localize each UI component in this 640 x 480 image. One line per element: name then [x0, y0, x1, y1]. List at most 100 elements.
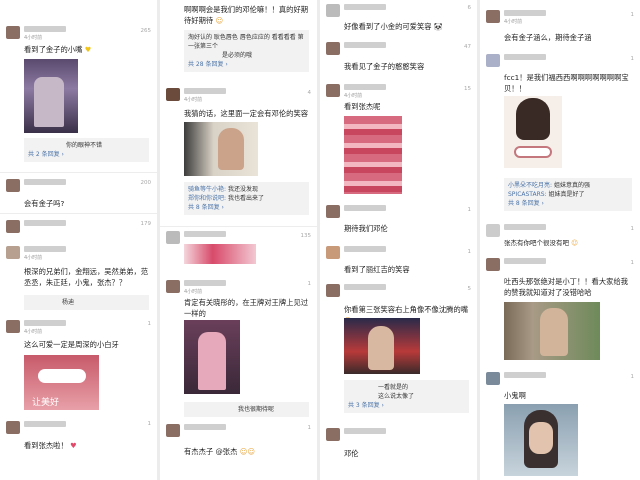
- avatar[interactable]: [486, 54, 500, 67]
- avatar[interactable]: [326, 428, 340, 441]
- avatar[interactable]: [486, 224, 500, 237]
- comment-card: 135: [160, 228, 317, 273]
- more-replies-link[interactable]: 共 2 条回复 ›: [28, 150, 145, 159]
- like-count[interactable]: 1: [148, 321, 152, 327]
- username-blurred[interactable]: [504, 54, 546, 60]
- like-count[interactable]: 265: [141, 28, 152, 34]
- comment-card: 5 你看第三张笑容右上角像不像沈腾的嘴 ☺ 一看就是的 这么说太像了 共 3 条…: [320, 282, 477, 420]
- username-blurred[interactable]: [344, 205, 386, 211]
- comment-header: 4小时前: [166, 280, 286, 295]
- photo-teeth: [38, 369, 86, 383]
- like-count[interactable]: 1: [631, 374, 635, 380]
- reply-box[interactable]: 我也很期待呢: [184, 402, 309, 417]
- username-blurred[interactable]: [24, 220, 66, 226]
- like-count[interactable]: 4: [308, 90, 312, 96]
- like-count[interactable]: 179: [141, 221, 152, 227]
- like-count[interactable]: 1: [631, 260, 635, 266]
- comment-header: 4小时前: [166, 88, 286, 103]
- username-blurred[interactable]: [184, 88, 226, 94]
- username-blurred[interactable]: [184, 424, 226, 430]
- like-count[interactable]: 47: [464, 44, 471, 50]
- avatar[interactable]: [166, 280, 180, 293]
- username-blurred[interactable]: [344, 428, 386, 434]
- comment-photo[interactable]: [24, 59, 78, 133]
- comment-photo[interactable]: [504, 404, 578, 476]
- username-blurred[interactable]: [344, 4, 386, 10]
- like-count[interactable]: 1: [631, 12, 635, 18]
- username-blurred[interactable]: [184, 280, 226, 286]
- like-count[interactable]: 200: [141, 180, 152, 186]
- comment-time: 4小时前: [24, 35, 43, 41]
- avatar[interactable]: [326, 246, 340, 259]
- like-count[interactable]: 1: [631, 56, 635, 62]
- avatar[interactable]: [326, 4, 340, 17]
- username-blurred[interactable]: [344, 246, 386, 252]
- avatar[interactable]: [6, 246, 20, 259]
- more-replies-link[interactable]: 共 8 条回复 ›: [188, 203, 305, 212]
- avatar[interactable]: [6, 179, 20, 192]
- reply-box[interactable]: 小黑朵不吃月亮: 姐妹意真的强 SPICASTARS: 姐妹真是好了 共 8 条…: [504, 178, 632, 211]
- comment-header: [326, 428, 446, 442]
- comment-photo[interactable]: [504, 302, 600, 360]
- like-count[interactable]: 15: [464, 86, 471, 92]
- like-count[interactable]: 5: [468, 286, 472, 292]
- comment-photo[interactable]: [184, 244, 256, 264]
- like-count[interactable]: 1: [631, 226, 635, 232]
- username-blurred[interactable]: [504, 258, 546, 264]
- avatar[interactable]: [166, 88, 180, 101]
- username-blurred[interactable]: [24, 421, 66, 427]
- avatar[interactable]: [326, 84, 340, 97]
- comment-header: 4小时前: [6, 26, 126, 41]
- username-blurred[interactable]: [24, 26, 66, 32]
- comment-card: 1 看到张杰啦！ ♥: [0, 416, 157, 480]
- more-replies-link[interactable]: 共 28 条回复 ›: [188, 60, 305, 69]
- avatar[interactable]: [166, 424, 180, 437]
- more-replies-link[interactable]: 共 8 条回复 ›: [508, 199, 628, 208]
- username-blurred[interactable]: [24, 320, 66, 326]
- like-count[interactable]: 135: [301, 233, 312, 239]
- avatar[interactable]: [6, 421, 20, 434]
- avatar[interactable]: [486, 372, 500, 385]
- like-count[interactable]: 1: [468, 207, 472, 213]
- avatar[interactable]: [6, 26, 20, 39]
- username-blurred[interactable]: [24, 246, 66, 252]
- avatar[interactable]: [486, 10, 500, 23]
- like-count[interactable]: 1: [148, 421, 152, 427]
- like-count[interactable]: 1: [308, 281, 312, 287]
- username-blurred[interactable]: [504, 224, 546, 230]
- like-count[interactable]: 1: [308, 425, 312, 431]
- username-blurred[interactable]: [504, 10, 546, 16]
- comment-photo-grid[interactable]: [344, 116, 402, 194]
- comment-photo[interactable]: [344, 318, 420, 374]
- reply-box[interactable]: 杨迪: [24, 295, 149, 310]
- more-replies-link[interactable]: 共 3 条回复 ›: [348, 401, 465, 410]
- reply-box[interactable]: 你的眼神不错 共 2 条回复 ›: [24, 138, 149, 162]
- avatar[interactable]: [326, 284, 340, 297]
- avatar[interactable]: [326, 42, 340, 55]
- comment-photo[interactable]: [504, 96, 562, 168]
- username-blurred[interactable]: [344, 284, 386, 290]
- username-blurred[interactable]: [504, 372, 546, 378]
- avatar[interactable]: [166, 231, 180, 244]
- comment-text: 啊啊啊会是我们的邓伦嘛！！真的好期待好期待 ☺: [184, 5, 309, 25]
- comment-photo[interactable]: [184, 320, 240, 394]
- avatar[interactable]: [6, 220, 20, 233]
- reply-box[interactable]: 淘好认的 耿色唇色 唇色应应的 看看看看 第一张第三个 是必须的哦 共 28 条…: [184, 30, 309, 72]
- username-blurred[interactable]: [24, 179, 66, 185]
- like-count[interactable]: 1: [468, 249, 472, 255]
- comment-photo[interactable]: [184, 122, 258, 176]
- comment-text: 吐西头那张绝对是小丁！！看大家给我的赞我就知道对了没错哈哈: [504, 277, 629, 297]
- username-blurred[interactable]: [184, 231, 226, 237]
- comment-card: 1 有杰杰子 @张杰 ☺☺: [160, 420, 317, 480]
- avatar[interactable]: [326, 205, 340, 218]
- comment-column-2: 啊啊啊会是我们的邓伦嘛！！真的好期待好期待 ☺ 淘好认的 耿色唇色 唇色应应的 …: [160, 0, 317, 480]
- comment-photo[interactable]: 让美好: [24, 355, 99, 410]
- avatar[interactable]: [6, 320, 20, 333]
- reply-box[interactable]: 骑鱼等牛小艳: 我还没发现 郑你和你说吧: 我也看出来了 共 8 条回复 ›: [184, 182, 309, 215]
- username-blurred[interactable]: [344, 42, 386, 48]
- like-count[interactable]: 6: [468, 5, 472, 11]
- comment-column-4: 4小时前 1 会有金子涵么，期待金子涵 1 fcc1！是我们福西西啊啊啊啊啊啊啊…: [480, 0, 640, 480]
- username-blurred[interactable]: [344, 84, 386, 90]
- reply-box[interactable]: 一看就是的 这么说太像了 共 3 条回复 ›: [344, 380, 469, 413]
- avatar[interactable]: [486, 258, 500, 271]
